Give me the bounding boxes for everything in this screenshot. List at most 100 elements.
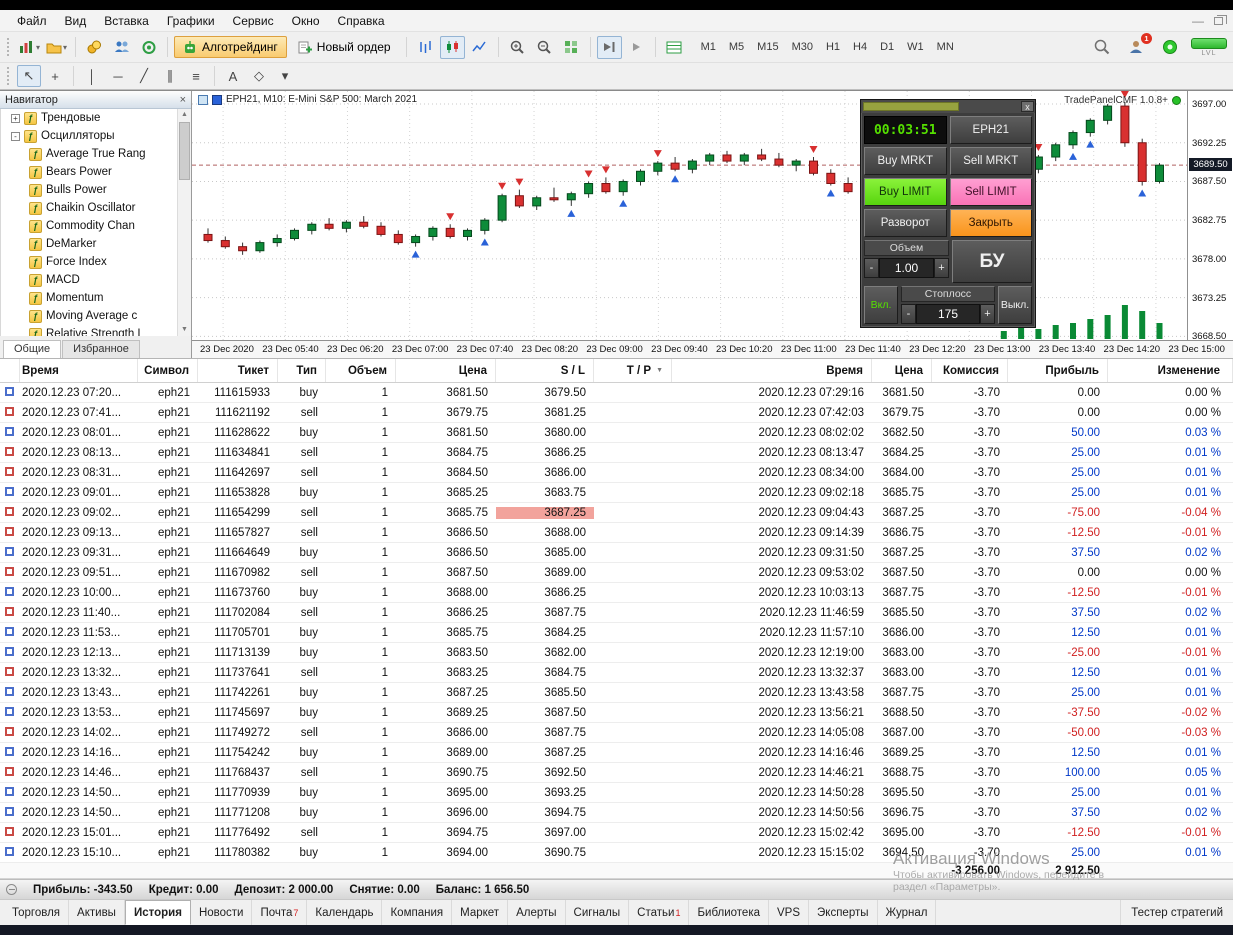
bar-chart-mode-icon[interactable] — [413, 36, 438, 59]
column-header[interactable]: Тикет — [198, 359, 278, 382]
toolbar-grip[interactable] — [7, 67, 12, 85]
terminal-tab[interactable]: Маркет — [452, 900, 509, 925]
tile-windows-icon[interactable] — [559, 36, 584, 59]
breakeven-button[interactable]: БУ — [952, 240, 1032, 283]
history-row[interactable]: 2020.12.23 15:10... eph21 111780382 buy 1 369… — [0, 843, 1233, 863]
history-row[interactable]: 2020.12.23 11:53... eph21 111705701 buy 1 368… — [0, 623, 1233, 643]
terminal-tab[interactable]: Почта 7 — [252, 900, 308, 925]
candle-chart-mode-icon[interactable] — [439, 35, 465, 59]
timeframe-M1[interactable]: M1 — [695, 38, 722, 56]
support-icon[interactable] — [1157, 36, 1182, 59]
history-row[interactable]: 2020.12.23 07:20... eph21 111615933 buy 1 368… — [0, 383, 1233, 403]
history-row[interactable]: 2020.12.23 09:01... eph21 111653828 buy 1 368… — [0, 483, 1233, 503]
history-row[interactable]: 2020.12.23 08:13... eph21 111634841 sell 1 36… — [0, 443, 1233, 463]
nav-indicator-item[interactable]: ƒ DeMarker — [1, 235, 191, 253]
symbol-button[interactable]: EPH21 — [949, 116, 1032, 144]
timeframe-W1[interactable]: W1 — [901, 38, 930, 56]
text-tool-icon[interactable]: A — [221, 65, 245, 87]
zoom-in-icon[interactable] — [505, 36, 530, 59]
column-header[interactable]: Комиссия — [932, 359, 1008, 382]
community-users-icon[interactable] — [109, 36, 134, 59]
timeframe-M5[interactable]: M5 — [723, 38, 750, 56]
history-row[interactable]: 2020.12.23 09:13... eph21 111657827 sell 1 36… — [0, 523, 1233, 543]
new-chart-button[interactable]: ▾ — [17, 36, 42, 59]
vertical-line-tool-icon[interactable]: │ — [80, 65, 104, 87]
trade-panel-titlebar[interactable]: x — [861, 100, 1035, 113]
cursor-tool-icon[interactable]: ↖ — [17, 65, 41, 87]
history-row[interactable]: 2020.12.23 14:46... eph21 111768437 sell 1 36… — [0, 763, 1233, 783]
scroll-down-icon[interactable]: ▼ — [178, 324, 191, 336]
column-header[interactable]: Цена — [396, 359, 496, 382]
nav-indicator-item[interactable]: ƒ Average True Rang — [1, 145, 191, 163]
volume-value[interactable]: 1.00 — [879, 258, 934, 278]
nav-indicator-item[interactable]: ƒ Bulls Power — [1, 181, 191, 199]
menu-item[interactable]: Вставка — [95, 12, 158, 30]
navigator-tab[interactable]: Общие — [3, 340, 62, 358]
terminal-tab[interactable]: Библиотека — [689, 900, 769, 925]
nav-indicator-item[interactable]: ƒ Force Index — [1, 253, 191, 271]
equidistant-channel-tool-icon[interactable]: ∥ — [158, 65, 182, 87]
zoom-out-icon[interactable] — [532, 36, 557, 59]
menu-item[interactable]: Окно — [283, 12, 329, 30]
navigator-scrollbar[interactable]: ▲ ▼ — [177, 109, 191, 336]
volume-minus-button[interactable]: - — [864, 258, 879, 278]
terminal-tab[interactable]: Компания — [382, 900, 453, 925]
terminal-tab[interactable]: Алерты — [508, 900, 566, 925]
menu-item[interactable]: Файл — [8, 12, 56, 30]
crosshair-tool-icon[interactable]: + — [43, 65, 67, 87]
column-header[interactable]: Время — [20, 359, 138, 382]
nav-group-item[interactable]: - ƒ Осцилляторы — [1, 127, 191, 145]
history-row[interactable]: 2020.12.23 14:16... eph21 111754242 buy 1 368… — [0, 743, 1233, 763]
objects-dropdown-icon[interactable]: ▾ — [273, 65, 297, 87]
terminal-tab[interactable]: Активы — [69, 900, 125, 925]
trendline-tool-icon[interactable]: ╱ — [132, 65, 156, 87]
buy-market-button[interactable]: Buy MRKT — [864, 147, 947, 175]
column-header[interactable]: Время — [672, 359, 872, 382]
column-header[interactable]: Изменение — [1108, 359, 1233, 382]
nav-indicator-item[interactable]: ƒ MACD — [1, 271, 191, 289]
toolbar-grip[interactable] — [7, 38, 12, 56]
column-header[interactable]: Объем — [326, 359, 396, 382]
column-header[interactable]: Символ — [138, 359, 198, 382]
stoploss-value[interactable]: 175 — [916, 304, 980, 324]
sell-limit-button[interactable]: Sell LIMIT — [949, 178, 1032, 206]
line-chart-mode-icon[interactable] — [467, 36, 492, 59]
history-row[interactable]: 2020.12.23 09:51... eph21 111670982 sell 1 36… — [0, 563, 1233, 583]
time-axis[interactable]: 23 Dec 2020 23 Dec 05:40 23 Dec 06:20 23 De… — [192, 340, 1233, 358]
nav-indicator-item[interactable]: ƒ Moving Average c — [1, 307, 191, 325]
timeframe-H4[interactable]: H4 — [847, 38, 873, 56]
navigator-close-button[interactable]: × — [180, 94, 186, 106]
history-row[interactable]: 2020.12.23 08:01... eph21 111628622 buy 1 368… — [0, 423, 1233, 443]
terminal-tab[interactable]: Статьи 1 — [629, 900, 690, 925]
nav-indicator-item[interactable]: ƒ Relative Strength I — [1, 325, 191, 336]
timeframe-MN[interactable]: MN — [931, 38, 960, 56]
column-header[interactable]: T / P ▼ — [594, 359, 672, 382]
timeframe-H1[interactable]: H1 — [820, 38, 846, 56]
scrollbar-thumb[interactable] — [179, 122, 190, 180]
history-row[interactable]: 2020.12.23 10:00... eph21 111673760 buy 1 368… — [0, 583, 1233, 603]
new-order-button[interactable]: Новый ордер — [289, 36, 400, 58]
volume-plus-button[interactable]: + — [934, 258, 949, 278]
navigator-tab[interactable]: Избранное — [62, 340, 140, 358]
stoploss-plus-button[interactable]: + — [980, 304, 995, 324]
history-row[interactable]: 2020.12.23 14:50... eph21 111771208 buy 1 369… — [0, 803, 1233, 823]
target-icon[interactable] — [136, 36, 161, 59]
deposit-icon[interactable] — [82, 36, 107, 59]
scroll-up-icon[interactable]: ▲ — [178, 109, 191, 121]
auto-scroll-icon[interactable] — [624, 36, 649, 59]
reverse-button[interactable]: Разворот — [864, 209, 947, 237]
terminal-tab[interactable]: Новости — [191, 900, 253, 925]
menu-item[interactable]: Вид — [56, 12, 96, 30]
timeframe-M15[interactable]: M15 — [751, 38, 784, 56]
history-row[interactable]: 2020.12.23 07:41... eph21 111621192 sell 1 36… — [0, 403, 1233, 423]
nav-group-item[interactable]: + ƒ Трендовые — [1, 109, 191, 127]
nav-indicator-item[interactable]: ƒ Chaikin Oscillator — [1, 199, 191, 217]
search-icon[interactable] — [1089, 36, 1114, 59]
tree-expander-icon[interactable]: + — [11, 113, 20, 123]
history-row[interactable]: 2020.12.23 08:31... eph21 111642697 sell 1 36… — [0, 463, 1233, 483]
history-row[interactable]: 2020.12.23 15:01... eph21 111776492 sell 1 36… — [0, 823, 1233, 843]
shapes-tool-icon[interactable]: ◇ — [247, 65, 271, 87]
terminal-tab[interactable]: Журнал — [878, 900, 937, 925]
stoploss-minus-button[interactable]: - — [901, 304, 916, 324]
menu-item[interactable]: Сервис — [224, 12, 283, 30]
